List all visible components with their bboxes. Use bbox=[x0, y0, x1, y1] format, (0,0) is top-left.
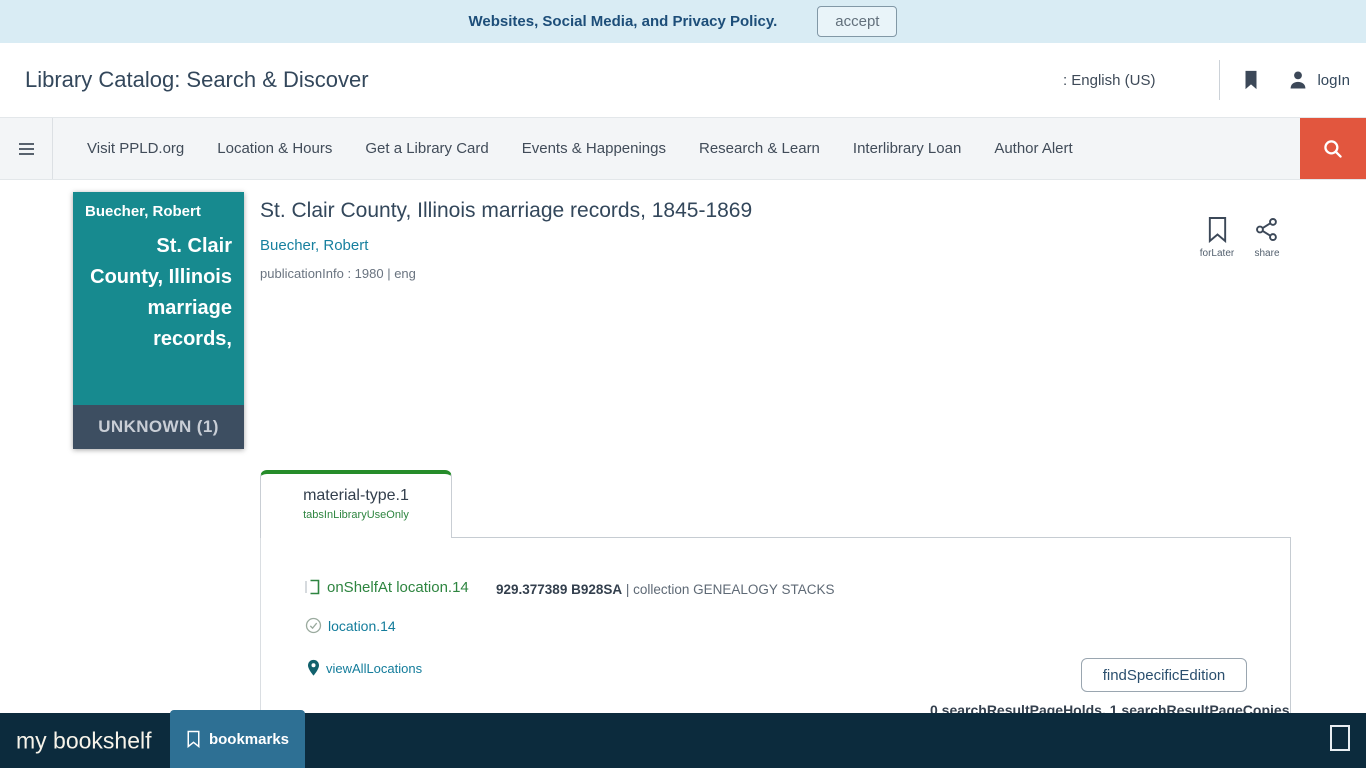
main-nav: Visit PPLD.org Location & Hours Get a Li… bbox=[0, 117, 1366, 180]
for-later-label: forLater bbox=[1200, 248, 1234, 259]
cookie-message: Websites, Social Media, and Privacy Poli… bbox=[469, 13, 778, 30]
bookmarks-tab-label: bookmarks bbox=[209, 731, 289, 748]
for-later-button[interactable]: forLater bbox=[1191, 216, 1243, 259]
tab-label: material-type.1 bbox=[261, 487, 451, 505]
book-cover: Buecher, Robert St. Clair County, Illino… bbox=[73, 192, 244, 449]
nav-item-location-hours[interactable]: Location & Hours bbox=[217, 140, 332, 157]
find-specific-edition-button[interactable]: findSpecificEdition bbox=[1081, 658, 1247, 692]
on-shelf-at-link[interactable]: onShelfAt location.14 bbox=[327, 579, 469, 596]
nav-item-library-card[interactable]: Get a Library Card bbox=[365, 140, 488, 157]
header-divider bbox=[1219, 60, 1220, 100]
page-title: Library Catalog: Search & Discover bbox=[25, 67, 369, 93]
book-icon bbox=[304, 578, 322, 596]
map-pin-icon bbox=[306, 659, 321, 677]
format-badge: UNKNOWN (1) bbox=[73, 405, 244, 449]
publication-info: publicationInfo : 1980 | eng bbox=[260, 266, 416, 281]
location-row: location.14 bbox=[305, 617, 396, 634]
nav-item-visit-ppld[interactable]: Visit PPLD.org bbox=[87, 140, 184, 157]
nav-item-interlibrary-loan[interactable]: Interlibrary Loan bbox=[853, 140, 961, 157]
view-all-row: viewAllLocations bbox=[306, 659, 422, 677]
language-selector[interactable]: : English (US) bbox=[1063, 72, 1156, 89]
location-link[interactable]: location.14 bbox=[328, 618, 396, 634]
login-label: logIn bbox=[1317, 72, 1350, 89]
user-icon bbox=[1286, 68, 1310, 92]
view-all-locations-link[interactable]: viewAllLocations bbox=[326, 661, 422, 676]
tab-material-type[interactable]: material-type.1 tabsInLibraryUseOnly bbox=[260, 470, 452, 538]
search-icon bbox=[1320, 136, 1346, 162]
my-bookshelf-label: my bookshelf bbox=[16, 727, 152, 754]
author-link[interactable]: Buecher, Robert bbox=[260, 237, 368, 254]
library-catalog-page: Websites, Social Media, and Privacy Poli… bbox=[0, 0, 1366, 768]
check-circle-icon bbox=[305, 617, 322, 634]
header-actions: : English (US) logIn bbox=[1063, 60, 1350, 100]
call-number-group: 929.377389 B928SA | collection GENEALOGY… bbox=[496, 582, 834, 597]
nav-item-events[interactable]: Events & Happenings bbox=[522, 140, 666, 157]
cover-author: Buecher, Robert bbox=[73, 192, 244, 220]
call-number: 929.377389 B928SA bbox=[496, 582, 622, 597]
bookshelf-bar: my bookshelf bookmarks bbox=[0, 713, 1366, 768]
bookmarks-icon[interactable] bbox=[1240, 68, 1262, 92]
bookmarks-tab[interactable]: bookmarks bbox=[170, 710, 305, 768]
nav-links: Visit PPLD.org Location & Hours Get a Li… bbox=[87, 140, 1073, 157]
share-icon bbox=[1254, 216, 1280, 243]
accept-button[interactable]: accept bbox=[817, 6, 897, 37]
cookie-banner: Websites, Social Media, and Privacy Poli… bbox=[0, 0, 1366, 43]
bookmark-outline-icon bbox=[186, 730, 201, 748]
search-button[interactable] bbox=[1300, 118, 1366, 179]
login-button[interactable]: logIn bbox=[1286, 68, 1350, 92]
item-title: St. Clair County, Illinois marriage reco… bbox=[260, 199, 752, 223]
nav-item-research-learn[interactable]: Research & Learn bbox=[699, 140, 820, 157]
nav-item-author-alert[interactable]: Author Alert bbox=[994, 140, 1072, 157]
mini-cover-placeholder[interactable] bbox=[1330, 725, 1350, 751]
cover-title: St. Clair County, Illinois marriage reco… bbox=[73, 220, 244, 355]
bookmark-outline-icon bbox=[1206, 216, 1229, 243]
on-shelf-row: onShelfAt location.14 bbox=[304, 578, 469, 596]
menu-button[interactable] bbox=[0, 118, 53, 179]
hamburger-icon bbox=[18, 142, 35, 156]
share-label: share bbox=[1254, 248, 1279, 259]
collection-label: | collection GENEALOGY STACKS bbox=[626, 582, 835, 597]
header: Library Catalog: Search & Discover : Eng… bbox=[0, 43, 1366, 117]
tab-sublabel: tabsInLibraryUseOnly bbox=[261, 509, 451, 521]
share-button[interactable]: share bbox=[1241, 216, 1293, 259]
